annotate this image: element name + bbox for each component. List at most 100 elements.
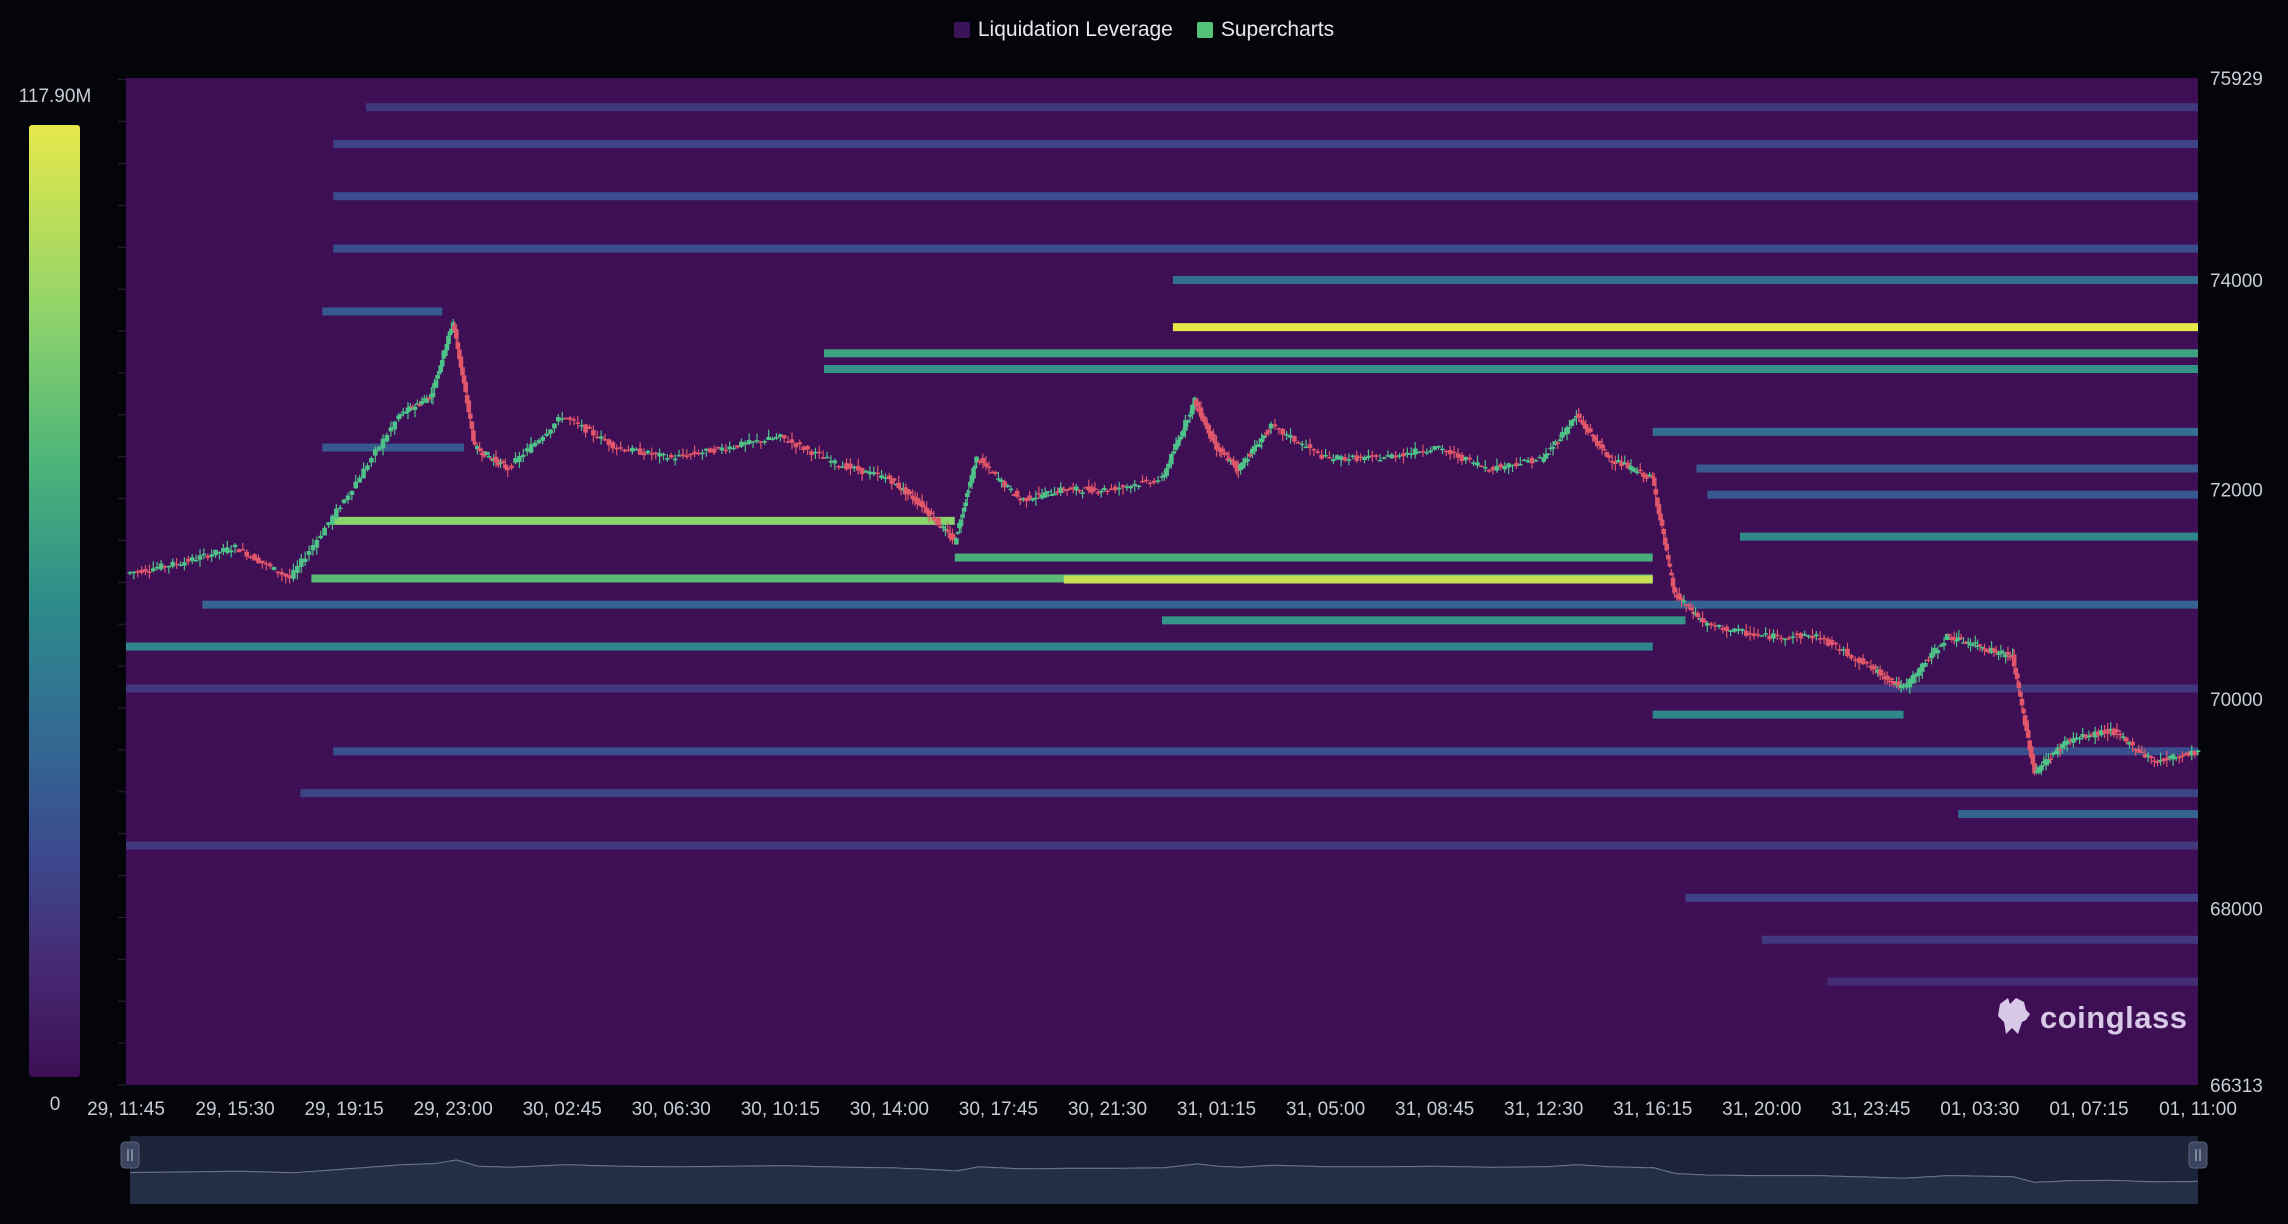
candle-body	[417, 404, 422, 406]
liquidation-band	[1162, 616, 1686, 625]
candle-body	[645, 450, 651, 454]
candle-body	[503, 464, 508, 469]
x-tick-label: 01, 03:30	[1940, 1099, 2019, 1120]
candle-body	[1637, 469, 1643, 472]
candle-body	[2048, 758, 2054, 761]
candle-body	[2019, 698, 2025, 706]
liquidation-band	[202, 600, 2199, 609]
candle-body	[587, 426, 592, 429]
candle-body	[1849, 655, 1854, 659]
candle-body	[341, 499, 347, 504]
navigator-left-handle[interactable]	[120, 1141, 140, 1169]
candle-body	[1775, 634, 1780, 637]
x-tick-label: 31, 16:15	[1613, 1099, 1692, 1120]
candle-body	[1436, 446, 1441, 448]
candle-body	[1045, 490, 1051, 493]
candle-body	[1178, 436, 1183, 440]
candle-body	[1052, 493, 1057, 496]
candle-body	[2155, 761, 2160, 764]
navigator-right-handle[interactable]	[2188, 1141, 2208, 1169]
candle-body	[958, 519, 964, 527]
candle-body	[1080, 492, 1085, 494]
candle-body	[2124, 737, 2129, 742]
candle-body	[1327, 457, 1332, 459]
candle-body	[1169, 454, 1174, 465]
candle-body	[1373, 455, 1379, 457]
x-tick-label: 29, 19:15	[304, 1099, 383, 1120]
candle-body	[197, 555, 203, 560]
candle-body	[887, 475, 892, 480]
candle-body	[1592, 435, 1598, 441]
candle-body	[955, 532, 961, 534]
candle-body	[986, 466, 992, 469]
candle-body	[1979, 646, 1985, 649]
candle-body	[940, 526, 946, 529]
candle-body	[731, 447, 736, 450]
candle-body	[805, 445, 810, 450]
candle-body	[1935, 650, 1941, 654]
candle-body	[1786, 637, 1792, 640]
candle-body	[1923, 663, 1928, 667]
candle-body	[240, 549, 246, 551]
candle-body	[1486, 469, 1492, 472]
candle-body	[1266, 430, 1272, 433]
candle-body	[439, 360, 445, 367]
candle-body	[1708, 623, 1714, 626]
candle-body	[1451, 451, 1457, 454]
x-tick-label: 29, 15:30	[195, 1099, 274, 1120]
candle-body	[532, 442, 538, 447]
candle-body	[1412, 448, 1418, 455]
y-tick-label: 66313	[2210, 1076, 2263, 1097]
candle-body	[2021, 708, 2026, 714]
candle-body	[1588, 428, 1593, 433]
candle-body	[1424, 451, 1430, 454]
candle-body	[517, 456, 522, 462]
price-candle	[1759, 634, 1765, 637]
candle-body	[963, 502, 969, 507]
candle-body	[357, 477, 362, 483]
candle-body	[1074, 486, 1079, 491]
candle-body	[1245, 459, 1250, 462]
candle-body	[1354, 455, 1360, 461]
candle-body	[1296, 442, 1301, 444]
candle-body	[1873, 666, 1878, 668]
candle-body	[797, 442, 803, 445]
candle-body	[1252, 445, 1257, 452]
candle-body	[1571, 418, 1577, 421]
candle-body	[1653, 488, 1659, 495]
candle-body	[1884, 675, 1890, 680]
candle-body	[1576, 413, 1582, 419]
candle-body	[217, 551, 222, 554]
candle-body	[1790, 636, 1796, 638]
candle-body	[672, 458, 678, 461]
candle-body	[684, 455, 690, 458]
candle-body	[2050, 752, 2056, 755]
candle-body	[412, 406, 418, 410]
candle-body	[2117, 733, 2123, 736]
candle-body	[781, 435, 787, 439]
candle-body	[1631, 468, 1637, 472]
candle-body	[1868, 665, 1874, 668]
candle-body	[945, 530, 951, 532]
candle-body	[700, 452, 705, 455]
candle-body	[816, 451, 822, 454]
candle-body	[1947, 634, 1952, 636]
candle-body	[966, 490, 972, 493]
candle-body	[1755, 633, 1761, 636]
candle-body	[875, 472, 880, 475]
liquidation-band	[365, 103, 2199, 112]
candle-body	[1798, 633, 1804, 639]
time-navigator[interactable]	[120, 1136, 2208, 1204]
y-tick-label: 70000	[2210, 690, 2263, 711]
candle-body	[1180, 430, 1186, 437]
candle-body	[403, 412, 408, 414]
liquidation-heatmap-chart[interactable]: 75929 74000 72000 70000 68000 66313 29, 11:45…	[0, 0, 2288, 1224]
candle-body	[993, 471, 998, 474]
candle-body	[1695, 612, 1701, 618]
candle-body	[271, 567, 277, 570]
liquidation-band	[322, 443, 465, 452]
liquidation-band	[1172, 276, 2198, 285]
price-candle	[484, 451, 489, 456]
candle-body	[1482, 467, 1488, 469]
candle-body	[1164, 468, 1169, 476]
